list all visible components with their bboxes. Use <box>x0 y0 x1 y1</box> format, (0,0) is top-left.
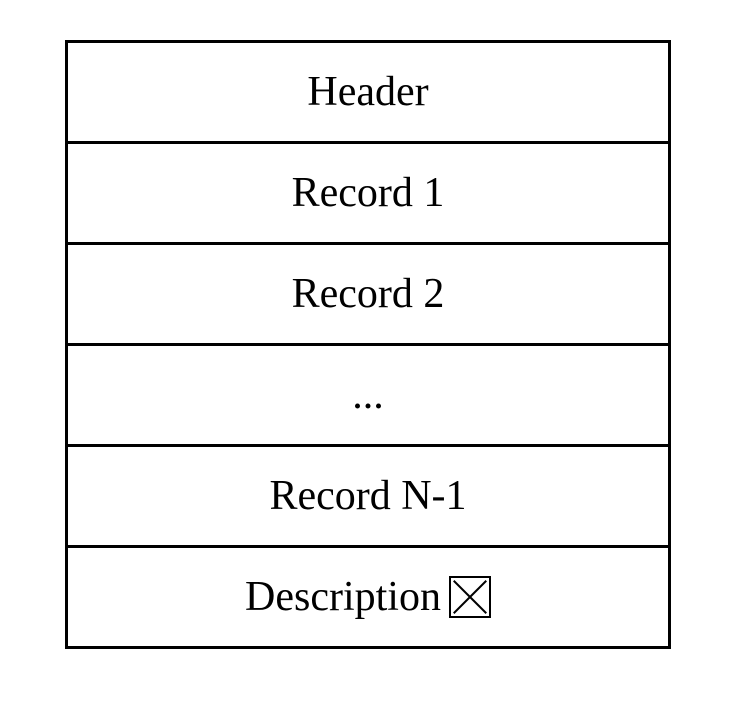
row-label: Description <box>245 573 441 621</box>
table-row-record2: Record 2 <box>68 245 668 346</box>
row-label: Record 1 <box>292 169 445 217</box>
row-label: Record 2 <box>292 270 445 318</box>
structure-table: Header Record 1 Record 2 ... Record N-1 … <box>65 40 671 649</box>
table-row-header: Header <box>68 43 668 144</box>
table-row-recordn: Record N-1 <box>68 447 668 548</box>
row-label: Record N-1 <box>269 472 466 520</box>
table-row-description: Description <box>68 548 668 646</box>
crossed-box-icon <box>449 576 491 618</box>
table-row-record1: Record 1 <box>68 144 668 245</box>
row-label: Header <box>307 68 428 116</box>
table-row-ellipsis: ... <box>68 346 668 447</box>
row-label: ... <box>352 371 384 419</box>
